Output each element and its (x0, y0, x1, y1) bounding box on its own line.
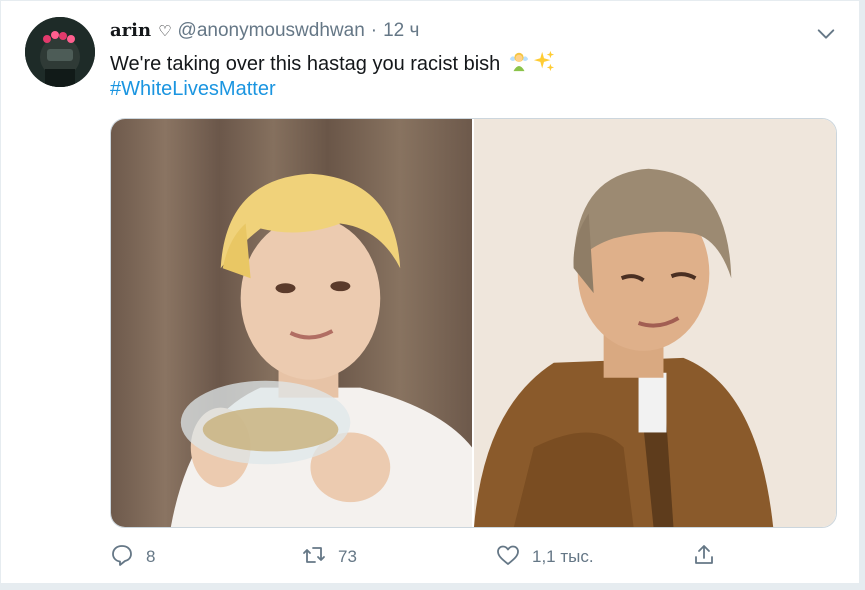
like-button[interactable]: 1,1 тыс. (496, 541, 594, 573)
reply-count: 8 (146, 547, 156, 566)
retweet-icon (302, 543, 326, 572)
like-count: 1,1 тыс. (532, 547, 594, 566)
retweet-count: 73 (338, 547, 357, 566)
tweet-header: arin ♡ @anonymouswdhwan · 12 ч (110, 20, 419, 46)
heart-outline-icon: ♡ (158, 23, 172, 40)
author-name[interactable]: arin (110, 20, 151, 41)
share-button[interactable] (692, 541, 716, 573)
sparkles-emoji-icon (533, 50, 555, 78)
media-grid (110, 118, 837, 528)
tweet-card[interactable]: arin ♡ @anonymouswdhwan · 12 ч We're tak… (0, 0, 860, 584)
photo-left[interactable] (111, 119, 472, 527)
tweet-text-body: We're taking over this hastag you racist… (110, 52, 501, 75)
photo-right[interactable] (474, 119, 836, 527)
heart-icon (496, 543, 520, 572)
share-icon (692, 543, 716, 572)
reply-icon (110, 543, 134, 572)
separator-dot: · (370, 20, 378, 41)
hashtag-link[interactable]: #WhiteLivesMatter (110, 78, 276, 101)
tweet-actions: 8 73 1,1 тыс. (110, 541, 730, 575)
tweet-text: We're taking over this hastag you racist… (110, 50, 555, 78)
retweet-button[interactable]: 73 (302, 541, 357, 573)
author-handle[interactable]: @anonymouswdhwan (178, 20, 365, 42)
reply-button[interactable]: 8 (110, 541, 155, 573)
avatar[interactable] (25, 17, 95, 87)
tweet-timestamp[interactable]: 12 ч (383, 20, 419, 42)
chevron-down-icon[interactable] (815, 23, 837, 45)
fairy-emoji-icon (508, 50, 530, 78)
